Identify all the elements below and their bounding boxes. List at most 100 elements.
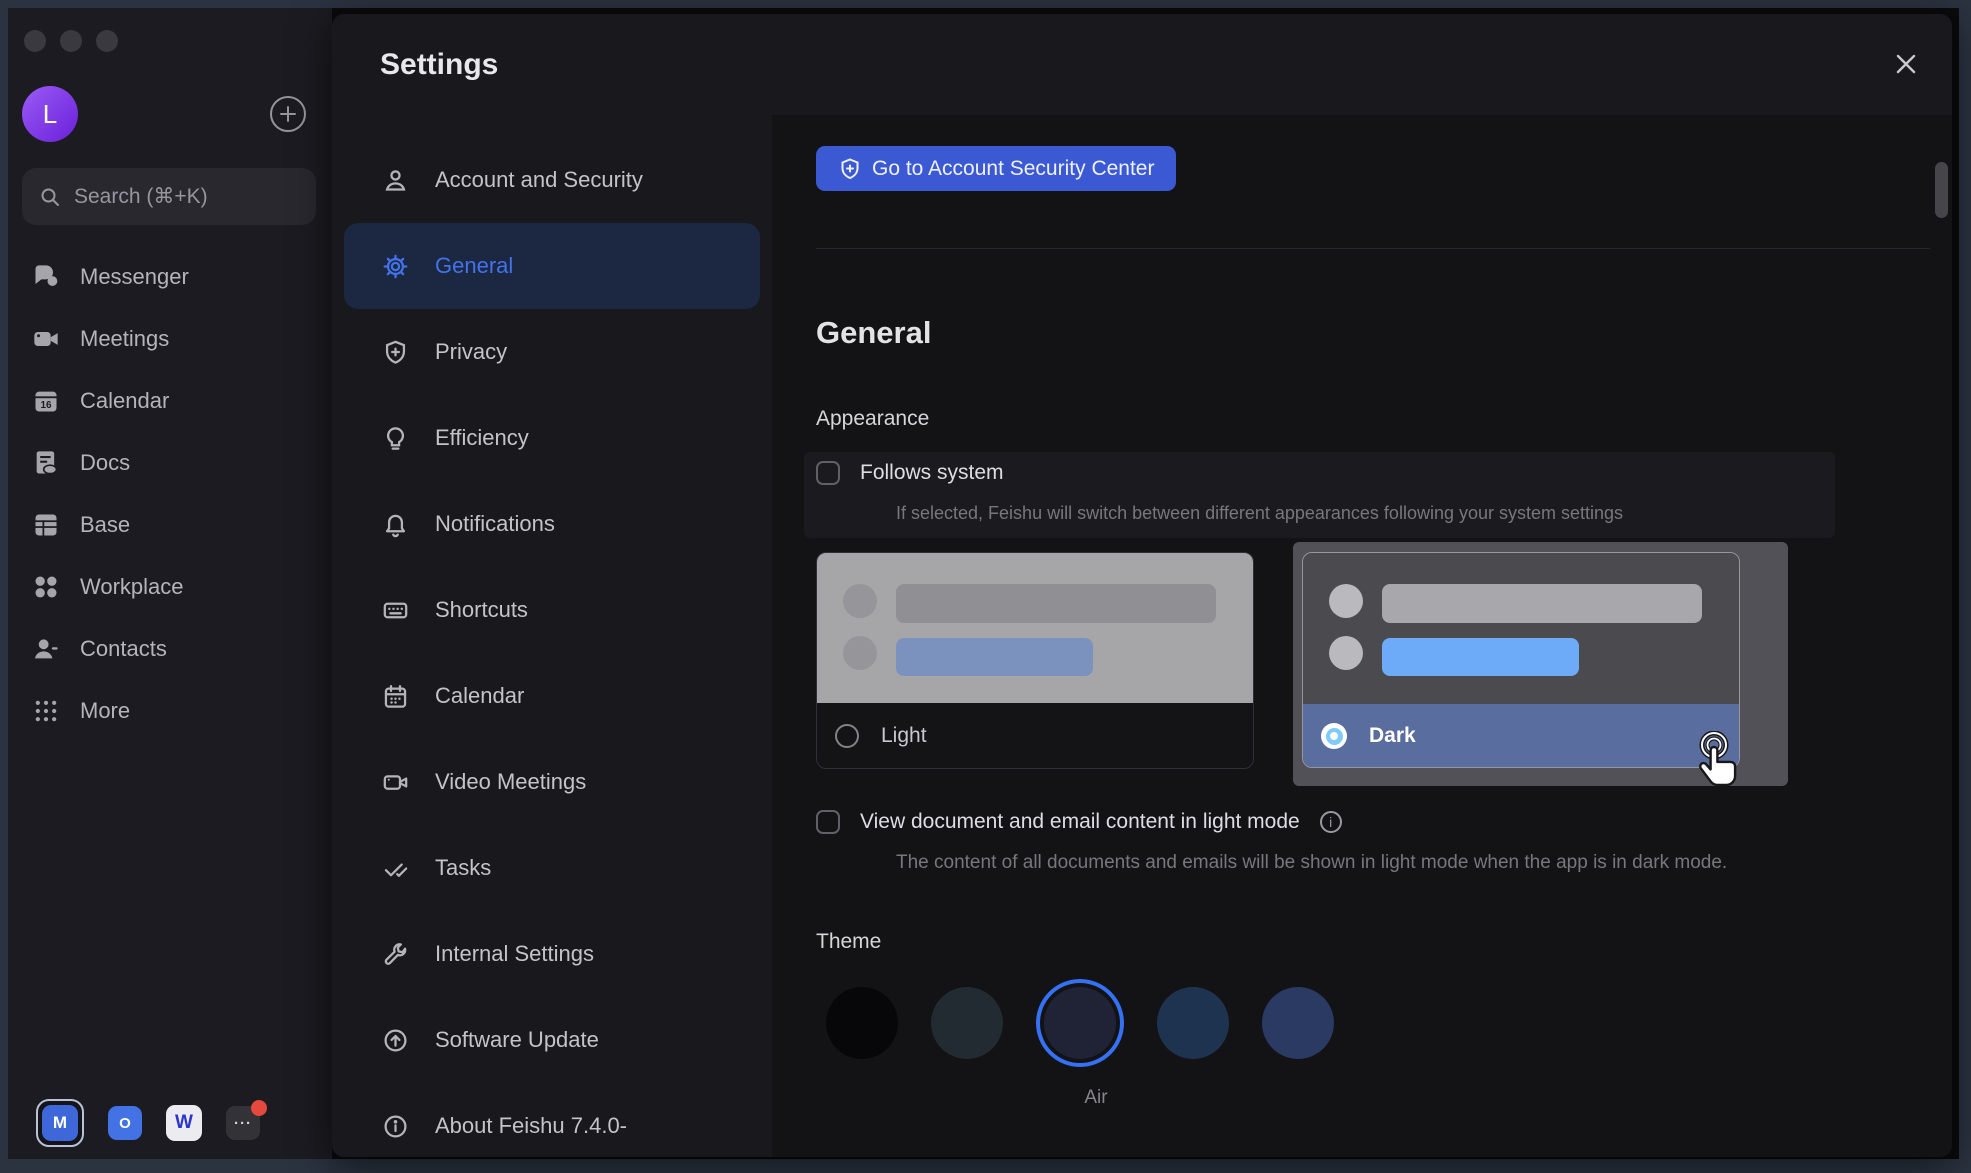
follows-system-label: Follows system [860, 461, 1004, 485]
preview-avatar [843, 636, 877, 670]
theme-swatch-1[interactable] [826, 987, 898, 1059]
workplace-icon [32, 573, 60, 601]
dark-mode-label: Dark [1369, 724, 1416, 748]
follows-system-checkbox[interactable] [816, 461, 840, 485]
person-icon [382, 167, 409, 194]
sidebar-item-workplace[interactable]: Workplace [22, 556, 318, 618]
theme-label: Theme [816, 930, 881, 954]
light-mode-strip: Light [817, 703, 1253, 769]
settings-nav-label: Account and Security [435, 167, 643, 193]
dock-app-o[interactable]: O [108, 1106, 142, 1140]
sidebar-item-meetings[interactable]: Meetings [22, 308, 318, 370]
close-window-button[interactable] [24, 30, 46, 52]
theme-swatches [826, 979, 1334, 1067]
hand-cursor [1687, 731, 1759, 831]
settings-title: Settings [380, 48, 498, 82]
app-background: L Search (⌘+K) Messenger Meetings 16 Cal… [8, 8, 1959, 1159]
sidebar-item-label: More [80, 698, 130, 724]
theme-swatch-3-air[interactable] [1044, 987, 1116, 1059]
theme-swatch-2[interactable] [931, 987, 1003, 1059]
sidebar-item-label: Calendar [80, 388, 169, 414]
settings-content: Go to Account Security Center General Ap… [772, 115, 1952, 1157]
settings-nav-video-meetings[interactable]: Video Meetings [332, 739, 772, 825]
search-input[interactable]: Search (⌘+K) [22, 168, 316, 225]
settings-nav-label: Notifications [435, 511, 555, 537]
settings-nav-label: About Feishu 7.4.0- [435, 1113, 627, 1139]
scrollbar-thumb[interactable] [1935, 162, 1948, 218]
settings-nav: Account and Security General Privacy Eff… [332, 115, 772, 1157]
light-mode-label: Light [881, 724, 927, 748]
appearance-label: Appearance [816, 407, 929, 431]
settings-nav-label: Internal Settings [435, 941, 594, 967]
preview-message-bar [896, 584, 1216, 623]
selected-theme-name: Air [1054, 1087, 1138, 1109]
light-mode-doc-description: The content of all documents and emails … [896, 852, 1727, 874]
settings-nav-efficiency[interactable]: Efficiency [332, 395, 772, 481]
lightbulb-icon [382, 425, 409, 452]
calendar-icon: 16 [32, 387, 60, 415]
sidebar-item-more[interactable]: More [22, 680, 318, 742]
dock-app-m[interactable]: M [36, 1099, 84, 1147]
button-label: Go to Account Security Center [872, 157, 1154, 181]
search-placeholder: Search (⌘+K) [74, 184, 208, 209]
preview-avatar [1329, 584, 1363, 618]
wrench-icon [382, 941, 409, 968]
settings-header [332, 14, 1952, 115]
settings-nav-about[interactable]: About Feishu 7.4.0- [332, 1083, 772, 1157]
shield-plus-icon [382, 339, 409, 366]
light-mode-doc-checkbox[interactable] [816, 810, 840, 834]
window-controls [24, 30, 118, 52]
light-mode-card[interactable]: Light [816, 552, 1254, 769]
preview-message-bar-blue [1382, 638, 1579, 676]
sidebar-item-label: Workplace [80, 574, 184, 600]
dock-app-w[interactable]: W [166, 1105, 202, 1141]
avatar[interactable]: L [22, 86, 78, 142]
light-radio[interactable] [835, 724, 859, 748]
svg-text:16: 16 [40, 400, 52, 411]
settings-nav-label: Calendar [435, 683, 524, 709]
app-dock: M O W ··· [36, 1099, 260, 1147]
settings-nav-calendar[interactable]: Calendar [332, 653, 772, 739]
sidebar-item-label: Messenger [80, 264, 189, 290]
dark-mode-preview [1303, 553, 1739, 704]
settings-nav-general[interactable]: General [344, 223, 760, 309]
settings-nav-account-security[interactable]: Account and Security [332, 137, 772, 223]
docs-icon [32, 449, 60, 477]
shield-plus-icon [838, 157, 862, 181]
plus-icon [278, 104, 298, 124]
light-mode-doc-label: View document and email content in light… [860, 810, 1300, 834]
meetings-icon [32, 325, 60, 353]
dark-radio[interactable] [1321, 723, 1347, 749]
sidebar-item-base[interactable]: Base [22, 494, 318, 556]
info-circle-icon[interactable]: i [1320, 811, 1342, 833]
calendar-outline-icon [382, 683, 409, 710]
minimize-window-button[interactable] [60, 30, 82, 52]
sidebar-item-label: Base [80, 512, 130, 538]
account-security-center-button[interactable]: Go to Account Security Center [816, 146, 1176, 191]
zoom-window-button[interactable] [96, 30, 118, 52]
sidebar-item-label: Contacts [80, 636, 167, 662]
settings-nav-shortcuts[interactable]: Shortcuts [332, 567, 772, 653]
theme-swatch-4[interactable] [1157, 987, 1229, 1059]
close-button[interactable] [1888, 46, 1924, 82]
sidebar-item-contacts[interactable]: Contacts [22, 618, 318, 680]
settings-nav-notifications[interactable]: Notifications [332, 481, 772, 567]
app-sidebar: L Search (⌘+K) Messenger Meetings 16 Cal… [8, 8, 332, 1159]
settings-nav-privacy[interactable]: Privacy [332, 309, 772, 395]
settings-nav-tasks[interactable]: Tasks [332, 825, 772, 911]
app-window: L Search (⌘+K) Messenger Meetings 16 Cal… [0, 0, 1971, 1173]
add-button[interactable] [270, 96, 306, 132]
theme-swatch-5[interactable] [1262, 987, 1334, 1059]
dock-more-button[interactable]: ··· [226, 1106, 260, 1140]
sidebar-item-docs[interactable]: Docs [22, 432, 318, 494]
settings-nav-label: Shortcuts [435, 597, 528, 623]
notification-badge [251, 1100, 267, 1116]
settings-nav-label: Software Update [435, 1027, 599, 1053]
sidebar-item-messenger[interactable]: Messenger [22, 246, 318, 308]
sidebar-item-label: Docs [80, 450, 130, 476]
settings-nav-software-update[interactable]: Software Update [332, 997, 772, 1083]
sidebar-item-calendar[interactable]: 16 Calendar [22, 370, 318, 432]
dark-mode-card[interactable]: Dark [1302, 552, 1740, 768]
settings-nav-internal-settings[interactable]: Internal Settings [332, 911, 772, 997]
settings-nav-label: Privacy [435, 339, 507, 365]
